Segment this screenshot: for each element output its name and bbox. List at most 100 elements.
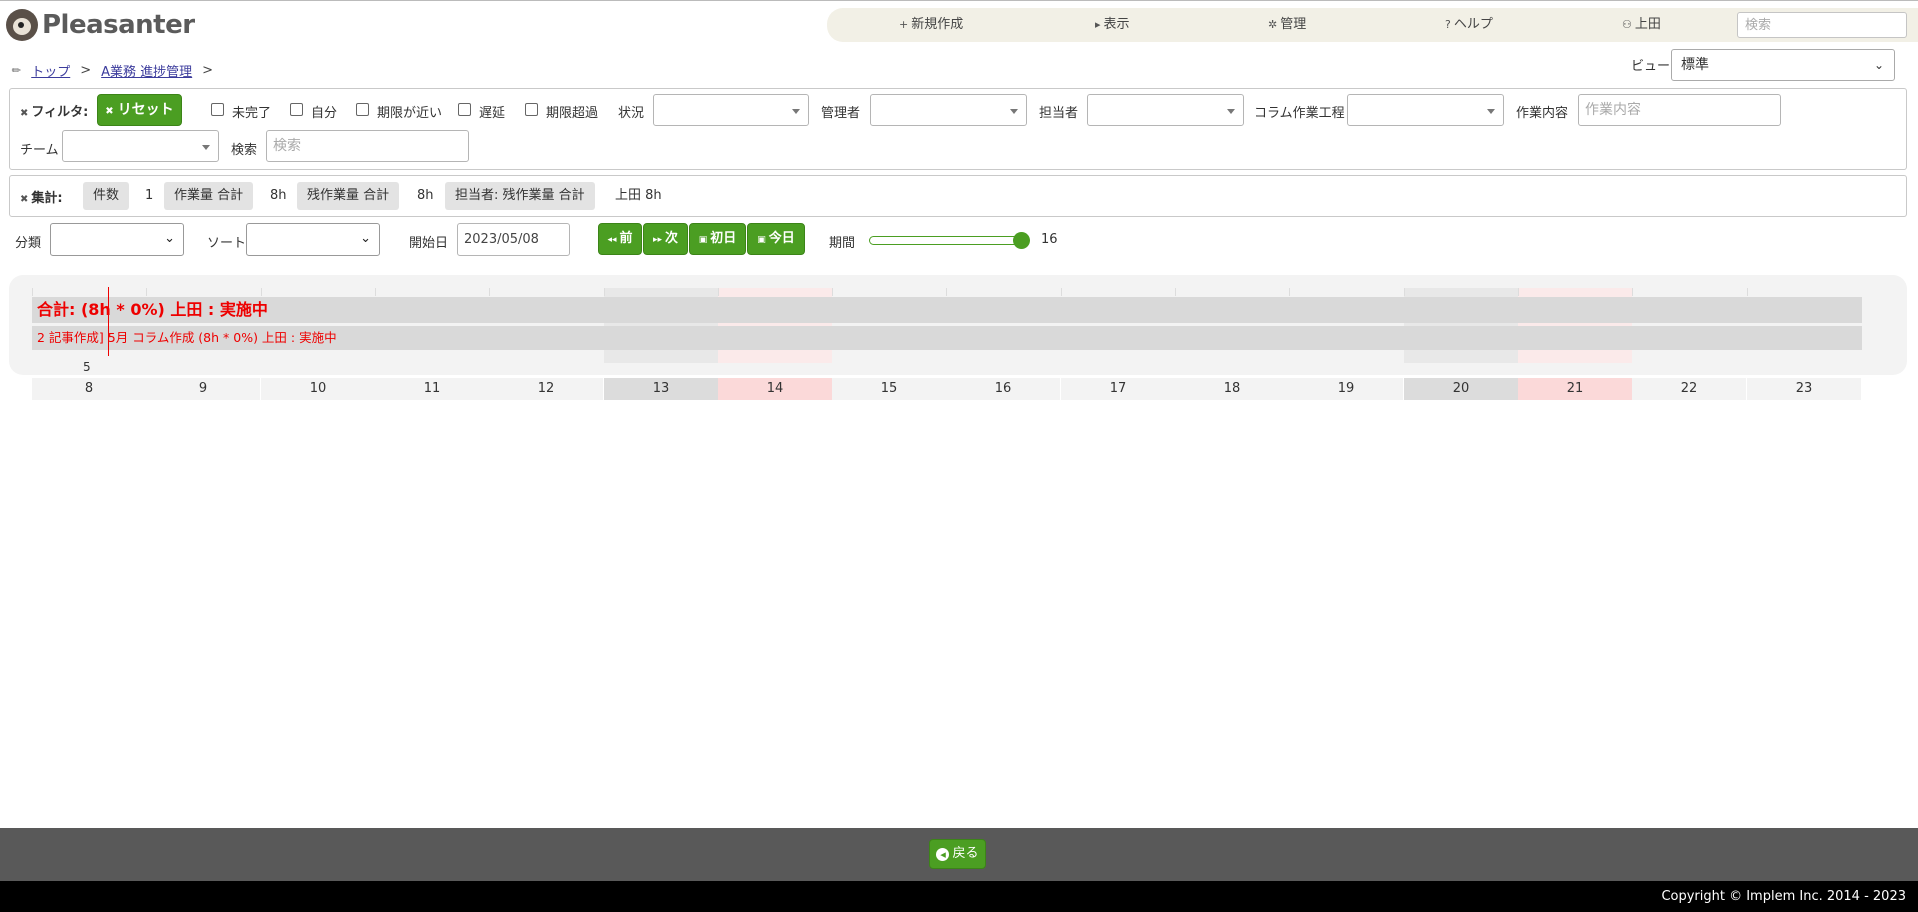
- search-label: 検索: [231, 143, 258, 158]
- period-value: 16: [1041, 232, 1058, 247]
- nav-help-button[interactable]: ? ヘルプ: [1445, 8, 1493, 42]
- gantt-grid-line: [489, 288, 490, 296]
- remaining-total-tag[interactable]: 残作業量 合計: [297, 182, 400, 210]
- gantt-grid-line: [946, 288, 947, 296]
- first-day-button[interactable]: ▣ 初日: [689, 223, 746, 255]
- gantt-grid-line: [1175, 288, 1176, 296]
- sort-select[interactable]: ⌄: [246, 223, 380, 256]
- gantt-grid-line: [375, 288, 376, 296]
- owner-select[interactable]: [1087, 94, 1244, 126]
- prev-button[interactable]: ◂◂ 前: [598, 223, 642, 255]
- overdue-checkbox[interactable]: [525, 103, 538, 116]
- aggregation-title[interactable]: ✖ 集計:: [20, 187, 63, 206]
- column-process-select[interactable]: [1347, 94, 1504, 126]
- gantt-day-cell: 23: [1747, 378, 1861, 400]
- plus-icon: +: [899, 18, 909, 31]
- chevron-down-icon: ⌄: [360, 231, 371, 246]
- pin-icon: ✎: [8, 62, 25, 79]
- sort-label: ソート: [207, 236, 247, 251]
- nav-manage-label: 管理: [1280, 17, 1307, 32]
- gantt-day-cell: 22: [1632, 378, 1746, 400]
- remaining-total-value: 8h: [417, 188, 434, 203]
- view-select[interactable]: 標準 ⌄: [1671, 49, 1895, 81]
- nav-new-label: 新規作成: [911, 17, 964, 32]
- status-select[interactable]: [653, 94, 809, 126]
- period-label: 期間: [829, 236, 856, 251]
- reset-button-label: リセット: [117, 102, 174, 118]
- gantt-summary-text: 合計: (8h * 0%) 上田 : 実施中: [37, 300, 268, 319]
- gantt-grid-line: [1404, 288, 1405, 296]
- delay-checkbox[interactable]: [458, 103, 471, 116]
- gantt-day-cell: 18: [1175, 378, 1289, 400]
- work-content-input[interactable]: 作業内容: [1578, 94, 1781, 126]
- count-tag[interactable]: 件数: [83, 182, 130, 210]
- next-button[interactable]: ▸▸ 次: [643, 223, 688, 255]
- nav-manage-button[interactable]: ✲ 管理: [1268, 8, 1306, 42]
- gantt-day-cell: 17: [1061, 378, 1175, 400]
- count-value: 1: [145, 188, 154, 203]
- owner-remaining-tag[interactable]: 担当者: 残作業量 合計: [445, 182, 595, 210]
- period-slider-thumb[interactable]: [1013, 232, 1030, 249]
- dropdown-arrow-icon: [202, 145, 210, 150]
- aggregation-title-label: 集計:: [31, 191, 63, 206]
- filter-title[interactable]: ✖ フィルタ:: [20, 101, 88, 120]
- gantt-summary-bar[interactable]: [32, 297, 1862, 323]
- delay-label: 遅延: [479, 106, 506, 121]
- gear-icon: ✲: [1268, 18, 1278, 31]
- breadcrumb: ✎ トップ > A業務 進捗管理 >: [8, 61, 223, 80]
- copyright-text: Copyright © Implem Inc. 2014 - 2023: [1661, 889, 1906, 904]
- team-select[interactable]: [62, 130, 219, 162]
- gantt-grid-line: [832, 288, 833, 296]
- nav-user-button[interactable]: ⚇ 上田: [1622, 8, 1661, 42]
- gantt-task-text[interactable]: 2 記事作成] 5月 コラム作成 (8h * 0%) 上田 : 実施中: [37, 327, 337, 349]
- caret-right-icon: ▸: [1095, 18, 1101, 31]
- gantt-grid-line: [1289, 288, 1290, 296]
- breadcrumb-site-link[interactable]: A業務 進捗管理: [101, 61, 192, 80]
- gantt-day-cell: 19: [1289, 378, 1403, 400]
- logo-text: Pleasanter: [42, 10, 195, 40]
- top-search-input[interactable]: [1737, 12, 1907, 38]
- copyright-bar: Copyright © Implem Inc. 2014 - 2023: [0, 881, 1918, 912]
- self-checkbox[interactable]: [290, 103, 303, 116]
- nav-new-button[interactable]: + 新規作成: [899, 8, 963, 42]
- today-button-label: 今日: [768, 231, 795, 246]
- breadcrumb-top-link[interactable]: トップ: [31, 61, 70, 80]
- gantt-day-cell: 15: [832, 378, 946, 400]
- next-button-label: 次: [665, 231, 679, 246]
- prev-button-label: 前: [619, 231, 633, 246]
- owner-remaining-value: 上田 8h: [615, 188, 662, 203]
- user-icon: ⚇: [1622, 18, 1632, 31]
- start-date-input[interactable]: 2023/05/08: [457, 223, 570, 256]
- status-label: 状況: [618, 106, 645, 121]
- gantt-day-cell: 13: [604, 378, 718, 400]
- manager-select[interactable]: [870, 94, 1027, 126]
- first-day-button-label: 初日: [710, 231, 737, 246]
- gantt-grid-line: [1061, 288, 1062, 296]
- calendar-icon: ▣: [698, 235, 708, 245]
- near-deadline-label: 期限が近い: [377, 106, 443, 121]
- gantt-day-cell: 10: [261, 378, 375, 400]
- start-date-label: 開始日: [409, 236, 449, 251]
- incomplete-checkbox[interactable]: [211, 103, 224, 116]
- period-slider-track[interactable]: [869, 236, 1025, 245]
- logo-icon: [6, 9, 38, 41]
- gantt-grid-line: [32, 288, 33, 296]
- work-content-label: 作業内容: [1516, 106, 1569, 121]
- today-button[interactable]: ▣ 今日: [747, 223, 805, 255]
- work-total-tag[interactable]: 作業量 合計: [164, 182, 254, 210]
- gantt-grid-line: [604, 288, 605, 296]
- calendar-icon: ▣: [757, 235, 766, 245]
- gantt-day-cell: 12: [489, 378, 603, 400]
- search-input[interactable]: 検索: [266, 130, 469, 162]
- reset-button[interactable]: ✖ リセット: [97, 94, 182, 126]
- near-deadline-checkbox[interactable]: [356, 103, 369, 116]
- classification-select[interactable]: ⌄: [50, 223, 184, 256]
- chevron-down-icon: ⌄: [164, 231, 175, 246]
- filter-title-label: フィルタ:: [31, 105, 89, 120]
- nav-user-label: 上田: [1634, 17, 1661, 32]
- nav-view-label: 表示: [1103, 17, 1130, 32]
- question-icon: ?: [1445, 18, 1451, 31]
- app-logo[interactable]: Pleasanter: [6, 8, 195, 42]
- back-button[interactable]: ◂ 戻る: [929, 839, 986, 869]
- nav-view-button[interactable]: ▸ 表示: [1095, 8, 1130, 42]
